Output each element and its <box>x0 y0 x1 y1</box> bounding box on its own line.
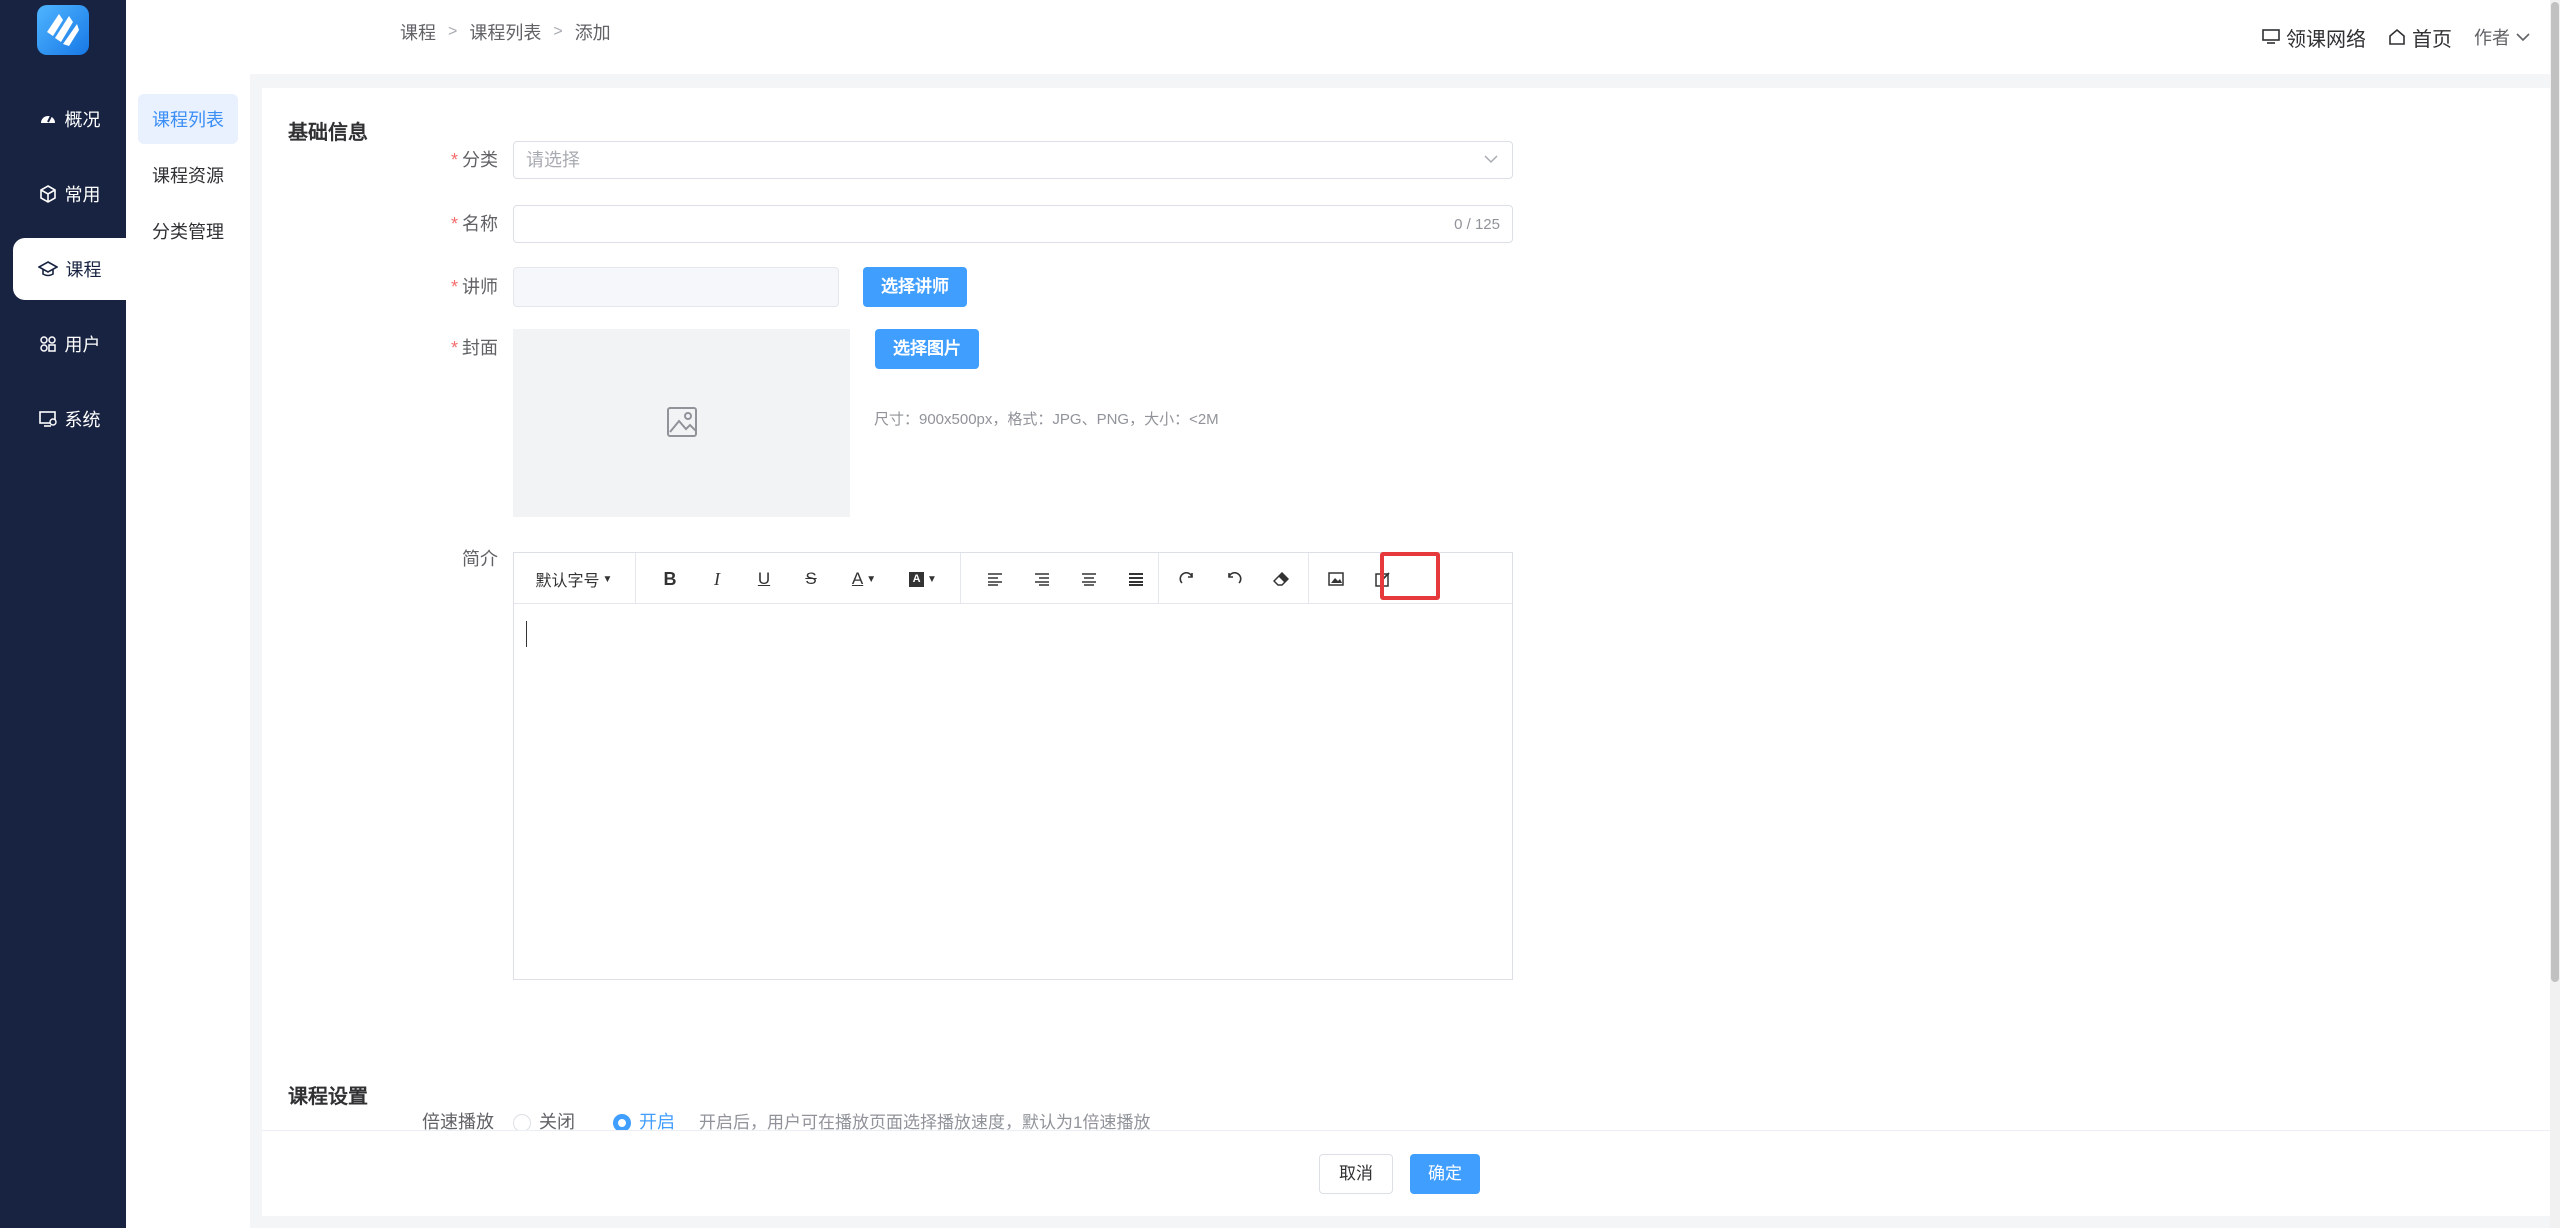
toolbar-group-align <box>961 553 1159 603</box>
align-justify-icon[interactable] <box>1122 566 1150 592</box>
app-root: 概况 常用 课程 用户 系统 课程列表 课程资源 分类管理 课程 > 课程列表 … <box>0 0 2560 1228</box>
page-scrollbar[interactable] <box>2550 0 2560 1228</box>
chevron-down-icon <box>1484 155 1498 164</box>
top-header: 课程 > 课程列表 > 添加 领课网络 首页 作者 <box>250 0 2560 74</box>
cover-hint: 尺寸：900x500px，格式：JPG、PNG，大小：<2M <box>874 411 1219 428</box>
main-nav: 概况 常用 课程 用户 系统 <box>0 0 126 1228</box>
editor-toolbar: 默认字号 ▼ B I U S A ▼ A ▼ <box>514 553 1512 604</box>
name-char-counter: 0 / 125 <box>1454 216 1500 233</box>
category-label: * 分类 <box>338 141 498 179</box>
toolbar-group-font: 默认字号 ▼ <box>514 553 636 603</box>
form-footer: 取消 确定 <box>262 1130 2550 1216</box>
teacher-input[interactable] <box>513 267 839 307</box>
align-right-icon[interactable] <box>1028 566 1056 592</box>
image-placeholder-icon <box>667 407 697 437</box>
background-color-icon[interactable]: A ▼ <box>903 566 943 592</box>
nav-item-label: 系统 <box>64 410 101 430</box>
toolbar-group-history <box>1159 553 1309 603</box>
teacher-label-text: 讲师 <box>462 277 498 297</box>
cube-icon <box>39 185 56 203</box>
cover-label-text: 封面 <box>462 338 498 358</box>
scrollbar-thumb[interactable] <box>2551 2 2559 982</box>
category-label-text: 分类 <box>462 150 498 170</box>
category-select[interactable]: 请选择 <box>513 141 1513 179</box>
teacher-label: * 讲师 <box>338 268 498 306</box>
subnav-item-course-list[interactable]: 课程列表 <box>138 94 238 144</box>
italic-icon[interactable]: I <box>703 566 731 592</box>
toolbar-group-format: B I U S A ▼ A ▼ <box>636 553 961 603</box>
required-mark: * <box>450 338 458 358</box>
site-link[interactable]: 领课网络 <box>2262 23 2366 52</box>
align-left-icon[interactable] <box>981 566 1009 592</box>
breadcrumb: 课程 > 课程列表 > 添加 <box>400 0 611 64</box>
text-cursor <box>526 621 527 647</box>
nav-item-label: 概况 <box>64 110 101 130</box>
home-link[interactable]: 首页 <box>2388 23 2452 52</box>
monitor-settings-icon <box>38 411 57 427</box>
nav-item-label: 课程 <box>65 260 102 280</box>
users-icon <box>39 336 56 352</box>
rich-text-editor: 默认字号 ▼ B I U S A ▼ A ▼ <box>513 552 1513 980</box>
category-placeholder: 请选择 <box>526 150 580 170</box>
nav-item-label: 用户 <box>64 335 101 355</box>
sub-sidebar: 课程列表 课程资源 分类管理 <box>126 0 250 1228</box>
chevron-right-icon: > <box>448 23 458 40</box>
chevron-down-icon <box>2516 33 2530 42</box>
dashboard-icon <box>40 115 55 123</box>
home-icon <box>2389 28 2405 45</box>
breadcrumb-item[interactable]: 课程列表 <box>469 19 541 45</box>
nav-item-overview[interactable]: 概况 <box>13 88 126 150</box>
name-label: * 名称 <box>338 205 498 243</box>
required-mark: * <box>450 214 458 234</box>
logo-icon <box>47 14 79 46</box>
font-size-label: 默认字号 <box>535 573 600 590</box>
nav-item-label: 常用 <box>64 185 101 205</box>
cover-preview[interactable] <box>513 329 850 517</box>
chevron-right-icon: > <box>553 23 563 40</box>
eraser-icon[interactable] <box>1267 566 1295 592</box>
undo-icon[interactable] <box>1220 566 1248 592</box>
nav-item-common[interactable]: 常用 <box>13 163 126 225</box>
home-link-label: 首页 <box>2412 28 2452 51</box>
required-mark: * <box>450 150 458 170</box>
redo-icon[interactable] <box>1173 566 1201 592</box>
subnav-item-course-resources[interactable]: 课程资源 <box>138 150 238 200</box>
cover-label: * 封面 <box>338 329 498 367</box>
confirm-button[interactable]: 确定 <box>1410 1154 1480 1194</box>
underline-icon[interactable]: U <box>750 566 778 592</box>
select-image-button[interactable]: 选择图片 <box>875 329 979 369</box>
header-actions: 领课网络 首页 作者 <box>2262 0 2530 74</box>
caret-down-icon: ▼ <box>602 573 613 585</box>
bold-icon[interactable]: B <box>656 566 684 592</box>
font-color-icon[interactable]: A ▼ <box>844 566 884 592</box>
section-title-settings: 课程设置 <box>288 1086 368 1108</box>
breadcrumb-item[interactable]: 课程 <box>400 19 436 45</box>
author-label: 作者 <box>2474 28 2510 48</box>
cancel-button[interactable]: 取消 <box>1319 1154 1393 1194</box>
breadcrumb-current: 添加 <box>574 23 611 43</box>
app-logo[interactable] <box>37 5 89 55</box>
name-label-text: 名称 <box>462 214 498 234</box>
font-size-dropdown[interactable]: 默认字号 ▼ <box>534 566 614 592</box>
graduation-cap-icon <box>37 261 58 277</box>
image-icon[interactable] <box>1322 566 1350 592</box>
site-link-label: 领课网络 <box>2286 28 2366 51</box>
nav-item-users[interactable]: 用户 <box>13 313 126 375</box>
strikethrough-icon[interactable]: S <box>797 566 825 592</box>
highlight-box <box>1380 552 1440 600</box>
nav-item-system[interactable]: 系统 <box>13 388 126 450</box>
nav-item-course[interactable]: 课程 <box>13 238 126 300</box>
author-menu[interactable]: 作者 <box>2474 24 2530 50</box>
subnav-item-category-manage[interactable]: 分类管理 <box>138 206 238 256</box>
required-mark: * <box>450 277 458 297</box>
select-teacher-button[interactable]: 选择讲师 <box>863 267 967 307</box>
name-input[interactable]: 0 / 125 <box>513 205 1513 243</box>
monitor-icon <box>2262 29 2280 44</box>
align-center-icon[interactable] <box>1075 566 1103 592</box>
main-content: 基础信息 * 分类 请选择 * 名称 0 / 125 * 讲师 选择讲师 * 封面 选择… <box>262 88 2550 1216</box>
intro-label: 简介 <box>462 549 498 569</box>
